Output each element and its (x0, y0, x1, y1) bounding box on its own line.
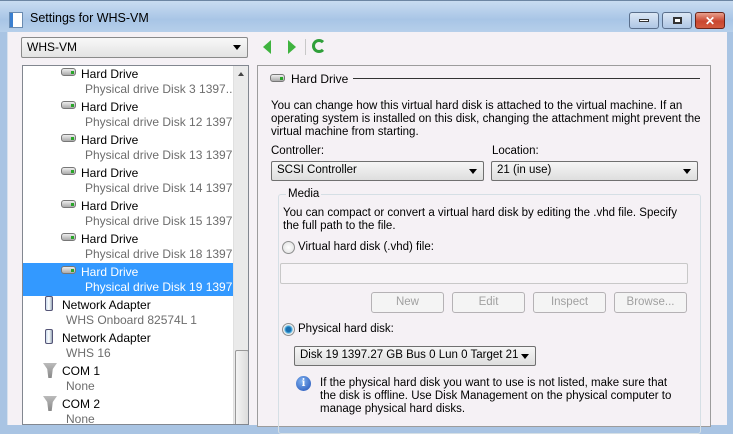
physical-disk-value: Disk 19 1397.27 GB Bus 0 Lun 0 Target 21 (300, 349, 519, 361)
tree-item-detail: WHS 16 (66, 346, 111, 360)
toolbar-separator (305, 39, 306, 55)
chevron-down-icon (233, 45, 241, 50)
tree-item-label: COM 2 (62, 397, 101, 411)
refresh-icon[interactable] (312, 39, 326, 53)
window-title: Settings for WHS-VM (30, 11, 149, 25)
description-text: You can change how this virtual hard dis… (271, 100, 701, 138)
tree-item-drive[interactable]: Hard Drive Physical drive Disk 18 1397... (23, 230, 242, 263)
media-description: You can compact or convert a virtual har… (283, 207, 677, 232)
network-adapter-icon (45, 329, 53, 344)
physical-disk-label: Physical hard disk: (298, 323, 394, 335)
maximize-icon (672, 17, 682, 24)
section-title: Hard Drive (291, 72, 349, 86)
tree-item-label: Hard Drive (81, 67, 139, 81)
hard-drive-icon (270, 74, 285, 82)
settings-app-icon (9, 12, 23, 28)
tree-item-label: Network Adapter (62, 331, 151, 345)
chevron-down-icon (521, 354, 529, 359)
tree-item-detail: Physical drive Disk 18 1397... (85, 247, 243, 261)
physical-disk-select[interactable]: Disk 19 1397.27 GB Bus 0 Lun 0 Target 21 (294, 346, 536, 366)
tree-item-detail: None (66, 412, 95, 425)
location-label: Location: (492, 145, 539, 157)
location-select[interactable]: 21 (in use) (491, 161, 698, 181)
minimize-button[interactable] (629, 12, 659, 29)
edit-button[interactable]: Edit (452, 292, 525, 313)
scrollbar-thumb[interactable] (235, 350, 248, 424)
hard-drive-icon (61, 68, 76, 76)
hard-drive-icon (61, 101, 76, 109)
tree-item-drive[interactable]: Hard Drive Physical drive Disk 12 1397... (23, 98, 242, 131)
tree-item-label: Hard Drive (81, 232, 139, 246)
tree-item-label: Hard Drive (81, 199, 139, 213)
chevron-down-icon (683, 169, 691, 174)
network-adapter-icon (45, 296, 53, 311)
controller-label: Controller: (271, 145, 325, 157)
tree-item-detail: Physical drive Disk 3 1397.... (85, 82, 240, 96)
tree-item-label: COM 1 (62, 364, 101, 378)
section-divider (353, 78, 700, 79)
tree-item-com[interactable]: COM 1 None (23, 362, 233, 395)
hard-drive-icon (61, 233, 76, 241)
controller-value: SCSI Controller (277, 164, 357, 176)
physical-disk-radio[interactable] (282, 323, 295, 336)
tree-item-detail: Physical drive Disk 12 1397... (85, 115, 243, 129)
tree-item-net[interactable]: Network Adapter WHS Onboard 82574L 1 (23, 296, 233, 329)
tree-item-detail: None (66, 379, 95, 393)
close-icon: ✕ (704, 13, 716, 28)
info-text: If the physical hard disk you want to us… (320, 377, 672, 415)
tree-item-detail: Physical drive Disk 13 1397... (85, 148, 243, 162)
tree-item-drive[interactable]: Hard Drive Physical drive Disk 15 1397... (23, 197, 242, 230)
media-group-label: Media (286, 188, 322, 200)
tree-item-detail: WHS Onboard 82574L 1 (66, 313, 197, 327)
tree-item-drive[interactable]: Hard Drive Physical drive Disk 14 1397... (23, 164, 242, 197)
hard-drive-icon (61, 134, 76, 142)
tree-item-detail: Physical drive Disk 14 1397... (85, 181, 243, 195)
vm-selector[interactable]: WHS-VM (21, 37, 248, 58)
tree-item-label: Hard Drive (81, 100, 139, 114)
close-button[interactable]: ✕ (695, 12, 725, 29)
minimize-icon (639, 19, 649, 22)
title-bar: Settings for WHS-VM ✕ (0, 0, 733, 32)
tree-item-detail: Physical drive Disk 15 1397... (85, 214, 243, 228)
vhd-radio-label: Virtual hard disk (.vhd) file: (298, 241, 434, 253)
chevron-down-icon (469, 169, 477, 174)
browse-button[interactable]: Browse... (614, 292, 687, 313)
tree-item-label: Hard Drive (81, 166, 139, 180)
tree-item-label: Hard Drive (81, 133, 139, 147)
back-arrow-icon[interactable] (263, 40, 271, 54)
tree-item-drive[interactable]: Hard Drive Physical drive Disk 19 1397... (23, 263, 242, 296)
tree-scrollbar[interactable] (233, 66, 248, 424)
settings-tree: COM 2 None COM 1 None Network Adapter WHS 16 N… (22, 65, 249, 425)
vhd-radio[interactable] (282, 241, 295, 254)
forward-arrow-icon[interactable] (288, 40, 296, 54)
info-icon: i (296, 376, 311, 391)
vhd-path-input[interactable] (280, 263, 688, 284)
inspect-button[interactable]: Inspect (533, 292, 606, 313)
controller-select[interactable]: SCSI Controller (271, 161, 484, 181)
tree-item-drive[interactable]: Hard Drive Physical drive Disk 3 1397.... (23, 66, 239, 98)
new-button[interactable]: New (371, 292, 444, 313)
com-port-icon (43, 396, 57, 411)
hard-drive-icon (61, 200, 76, 208)
tree-item-label: Hard Drive (81, 265, 139, 279)
tree-item-net[interactable]: Network Adapter WHS 16 (23, 329, 233, 362)
scroll-up-icon[interactable] (238, 72, 244, 76)
tree-item-detail: Physical drive Disk 19 1397... (85, 280, 243, 294)
tree-item-drive[interactable]: Hard Drive Physical drive Disk 13 1397... (23, 131, 242, 164)
tree-item-com[interactable]: COM 2 None (23, 395, 233, 425)
tree-item-label: Network Adapter (62, 298, 151, 312)
maximize-button[interactable] (662, 12, 692, 29)
hard-drive-icon (61, 266, 76, 274)
location-value: 21 (in use) (497, 164, 552, 176)
hard-drive-icon (61, 167, 76, 175)
vm-selector-value: WHS-VM (27, 40, 77, 54)
com-port-icon (43, 363, 57, 378)
